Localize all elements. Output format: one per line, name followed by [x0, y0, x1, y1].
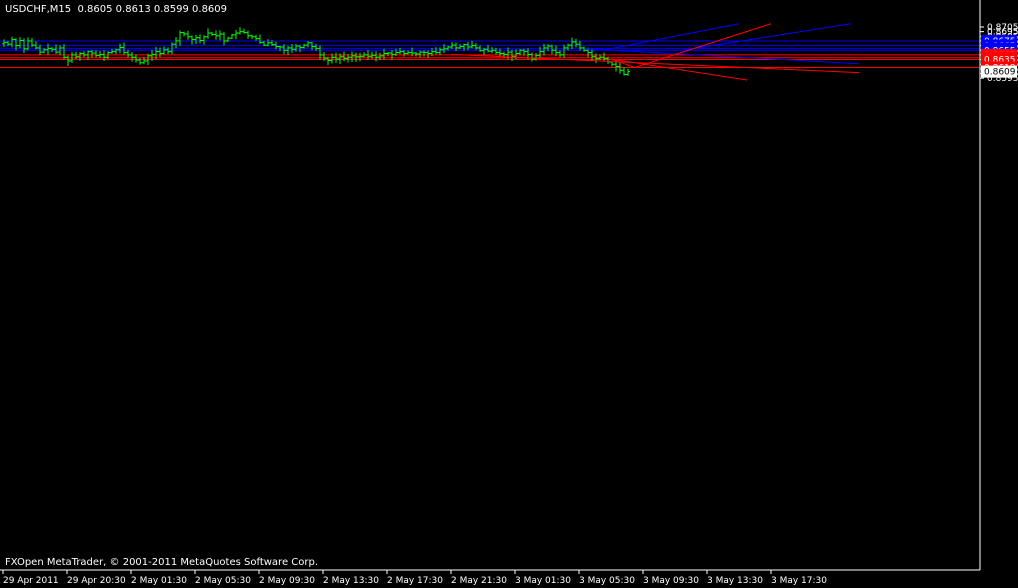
x-tick-label: 29 Apr 20:30 — [67, 576, 126, 586]
x-tick-label: 29 Apr 2011 — [3, 576, 59, 586]
price-chart[interactable]: 0.87050.86950.86850.86750.86650.86550.86… — [0, 0, 1018, 588]
symbol-label: USDCHF,M15 — [5, 4, 72, 15]
x-tick-label: 3 May 13:30 — [707, 576, 763, 586]
x-tick-label: 2 May 21:30 — [451, 576, 507, 586]
current-price-tag: 0.8609 — [981, 65, 1017, 78]
copyright-text: FXOpen MetaTrader, © 2001-2011 MetaQuote… — [5, 557, 319, 568]
x-tick-label: 3 May 09:30 — [643, 576, 699, 586]
current-price-label: 0.8609 — [984, 68, 1016, 78]
x-tick-label: 2 May 01:30 — [131, 576, 187, 586]
x-tick-label: 2 May 13:30 — [323, 576, 379, 586]
ohlc-values: 0.8605 0.8613 0.8599 0.8609 — [77, 4, 228, 15]
x-tick-label: 3 May 05:30 — [579, 576, 635, 586]
x-tick-label: 3 May 17:30 — [771, 576, 827, 586]
x-tick-label: 3 May 01:30 — [515, 576, 571, 586]
x-tick-label: 2 May 05:30 — [195, 576, 251, 586]
x-tick-label: 2 May 09:30 — [259, 576, 315, 586]
chart-background — [0, 0, 1018, 588]
x-tick-label: 2 May 17:30 — [387, 576, 443, 586]
chart-title: USDCHF,M15 0.8605 0.8613 0.8599 0.8609 — [5, 4, 227, 15]
